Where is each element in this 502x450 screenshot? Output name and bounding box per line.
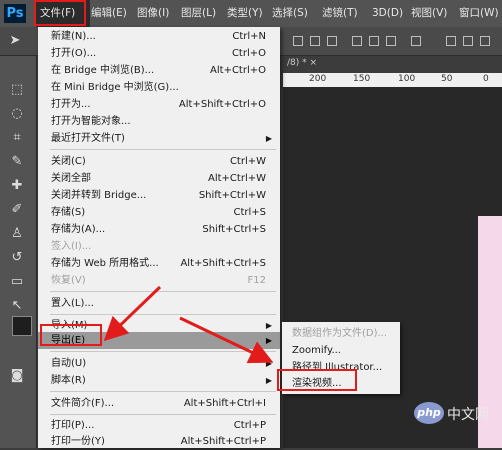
watermark-site-text: 中文网 [447,407,489,423]
php-badge-logo: php [414,402,444,424]
annotation-arrow-render-video [179,316,274,364]
annotation-arrow-export [103,285,162,342]
watermark: php 中文网 [414,402,498,428]
annotation-arrows [103,285,274,364]
